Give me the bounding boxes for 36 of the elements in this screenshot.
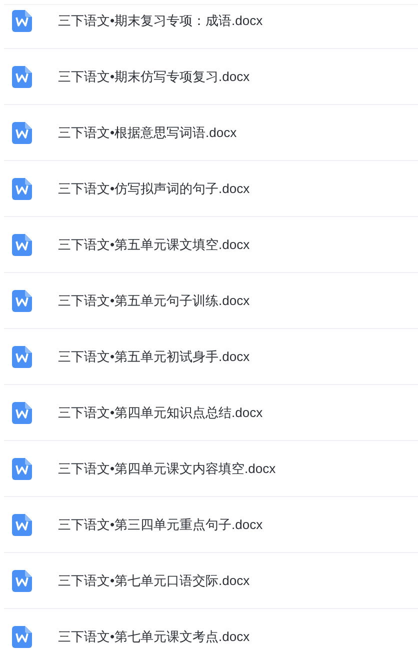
file-row[interactable]: 三下语文•根据意思写词语.docx <box>4 105 418 161</box>
file-row[interactable]: 三下语文•期末仿写专项复习.docx <box>4 49 418 105</box>
file-name: 三下语文•第七单元课文考点.docx <box>58 628 250 646</box>
word-document-icon <box>12 178 32 200</box>
word-document-icon <box>12 570 32 592</box>
file-name: 三下语文•第四单元知识点总结.docx <box>58 404 263 422</box>
file-row[interactable]: 三下语文•期末复习专项：成语.docx <box>4 0 418 49</box>
file-row[interactable]: 三下语文•第五单元句子训练.docx <box>4 273 418 329</box>
word-document-icon <box>12 626 32 648</box>
file-row[interactable]: 三下语文•第五单元初试身手.docx <box>4 329 418 385</box>
file-name: 三下语文•第三四单元重点句子.docx <box>58 516 263 534</box>
file-name: 三下语文•期末仿写专项复习.docx <box>58 68 250 86</box>
file-name: 三下语文•期末复习专项：成语.docx <box>58 12 263 30</box>
file-name: 三下语文•第五单元初试身手.docx <box>58 348 250 366</box>
file-row[interactable]: 三下语文•第三四单元重点句子.docx <box>4 497 418 553</box>
file-row[interactable]: 三下语文•第四单元课文内容填空.docx <box>4 441 418 497</box>
file-row[interactable]: 三下语文•第四单元知识点总结.docx <box>4 385 418 441</box>
file-name: 三下语文•第五单元句子训练.docx <box>58 292 250 310</box>
word-document-icon <box>12 402 32 424</box>
file-row[interactable]: 三下语文•第七单元课文考点.docx <box>4 609 418 660</box>
word-document-icon <box>12 66 32 88</box>
word-document-icon <box>12 122 32 144</box>
word-document-icon <box>12 10 32 32</box>
word-document-icon <box>12 346 32 368</box>
file-name: 三下语文•第四单元课文内容填空.docx <box>58 460 276 478</box>
word-document-icon <box>12 234 32 256</box>
word-document-icon <box>12 290 32 312</box>
file-row[interactable]: 三下语文•仿写拟声词的句子.docx <box>4 161 418 217</box>
file-row[interactable]: 三下语文•第七单元口语交际.docx <box>4 553 418 609</box>
file-name: 三下语文•第七单元口语交际.docx <box>58 572 250 590</box>
file-name: 三下语文•仿写拟声词的句子.docx <box>58 180 250 198</box>
word-document-icon <box>12 514 32 536</box>
file-name: 三下语文•根据意思写词语.docx <box>58 124 237 142</box>
word-document-icon <box>12 458 32 480</box>
file-name: 三下语文•第五单元课文填空.docx <box>58 236 250 254</box>
file-row[interactable]: 三下语文•第五单元课文填空.docx <box>4 217 418 273</box>
